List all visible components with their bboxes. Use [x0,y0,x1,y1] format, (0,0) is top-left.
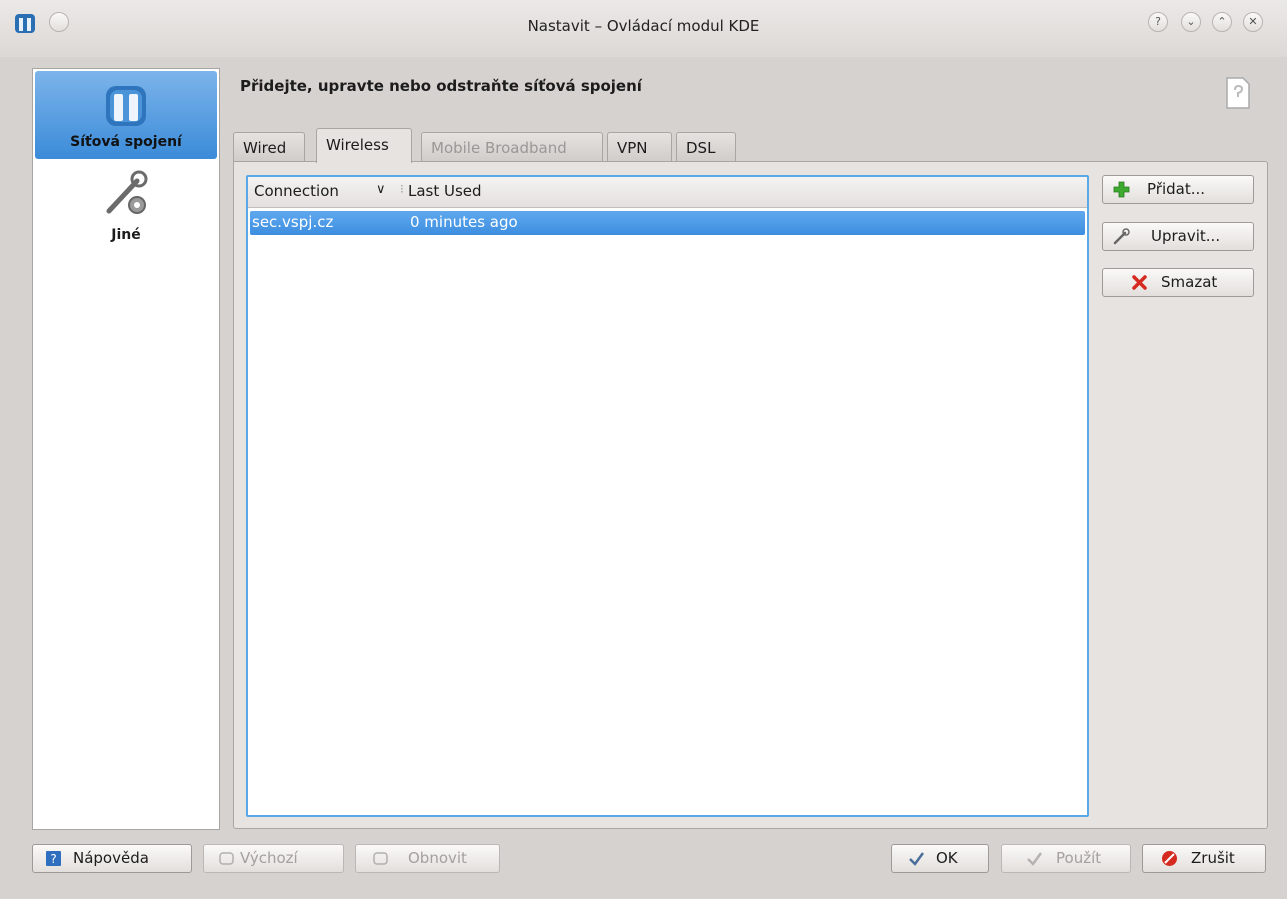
table-row[interactable]: sec.vspj.cz 0 minutes ago [250,211,1085,235]
column-separator[interactable]: ⁝ [400,182,404,196]
reset-button-label: Obnovit [408,849,467,867]
defaults-button[interactable]: Výchozí [203,844,344,873]
add-button-label: Přidat... [1147,180,1206,198]
sidebar-item-label: Síťová spojení [70,134,182,150]
add-button[interactable]: Přidat... [1102,175,1254,204]
module-sidebar: Síťová spojení Jiné [32,68,220,830]
delete-button-label: Smazat [1161,273,1218,291]
maximize-icon[interactable]: ⌃ [1212,12,1232,32]
tab-label: Wired [243,139,287,157]
document-help-icon[interactable] [1225,76,1251,110]
column-header-last-used[interactable]: Last Used [408,182,482,200]
tab-dsl[interactable]: DSL [676,132,736,162]
help-icon[interactable]: ? [1148,12,1168,32]
network-connections-icon [106,86,146,126]
window-title: Nastavit – Ovládací modul KDE [527,17,760,35]
tab-label: Mobile Broadband [431,139,567,157]
sidebar-item-other[interactable]: Jiné [35,167,217,247]
page-heading: Přidejte, upravte nebo odstraňte síťová … [240,77,642,95]
cell-connection: sec.vspj.cz [252,213,334,231]
tab-label: Wireless [326,136,389,154]
cell-last-used: 0 minutes ago [410,213,518,231]
title-bar: Nastavit – Ovládací modul KDE ? ⌄ ⌃ ✕ [0,0,1287,57]
help-button[interactable]: ? Nápověda [32,844,192,873]
tab-mobile-broadband[interactable]: Mobile Broadband [421,132,603,162]
cancel-icon [1162,851,1177,866]
help-book-icon: ? [46,851,61,866]
cancel-button-label: Zrušit [1191,849,1235,867]
tab-label: VPN [617,139,648,157]
ok-button[interactable]: OK [891,844,989,873]
column-header-connection[interactable]: Connection [254,182,339,200]
defaults-button-label: Výchozí [240,849,298,867]
delete-button[interactable]: Smazat [1102,268,1254,297]
cancel-button[interactable]: Zrušit [1142,844,1266,873]
close-icon[interactable]: ✕ [1243,12,1263,32]
edit-button[interactable]: Upravit... [1102,222,1254,251]
sidebar-item-network-connections[interactable]: Síťová spojení [35,71,217,159]
minimize-icon[interactable]: ⌄ [1181,12,1201,32]
sort-chevron-down-icon[interactable]: ∨ [376,182,386,197]
tab-wired[interactable]: Wired [233,132,305,162]
reset-icon [373,852,388,865]
plus-icon [1113,181,1130,198]
edit-button-label: Upravit... [1151,227,1221,245]
defaults-icon [219,852,234,865]
tab-label: DSL [686,139,716,157]
checkmark-icon [909,852,925,866]
connection-list[interactable]: Connection ∨ ⁝ Last Used sec.vspj.cz 0 m… [246,175,1089,817]
delete-x-icon [1132,275,1147,290]
sidebar-item-label: Jiné [111,227,141,243]
apply-button-label: Použít [1056,849,1102,867]
help-button-label: Nápověda [73,849,149,867]
wrench-gear-icon [106,170,148,214]
reset-button[interactable]: Obnovit [355,844,500,873]
apply-button[interactable]: Použít [1001,844,1131,873]
tab-wireless[interactable]: Wireless [316,128,412,163]
checkmark-icon [1027,852,1043,866]
tab-vpn[interactable]: VPN [607,132,672,162]
wrench-icon [1113,228,1130,245]
svg-text:?: ? [50,852,56,866]
list-header: Connection ∨ ⁝ Last Used [248,177,1087,208]
ok-button-label: OK [936,849,958,867]
